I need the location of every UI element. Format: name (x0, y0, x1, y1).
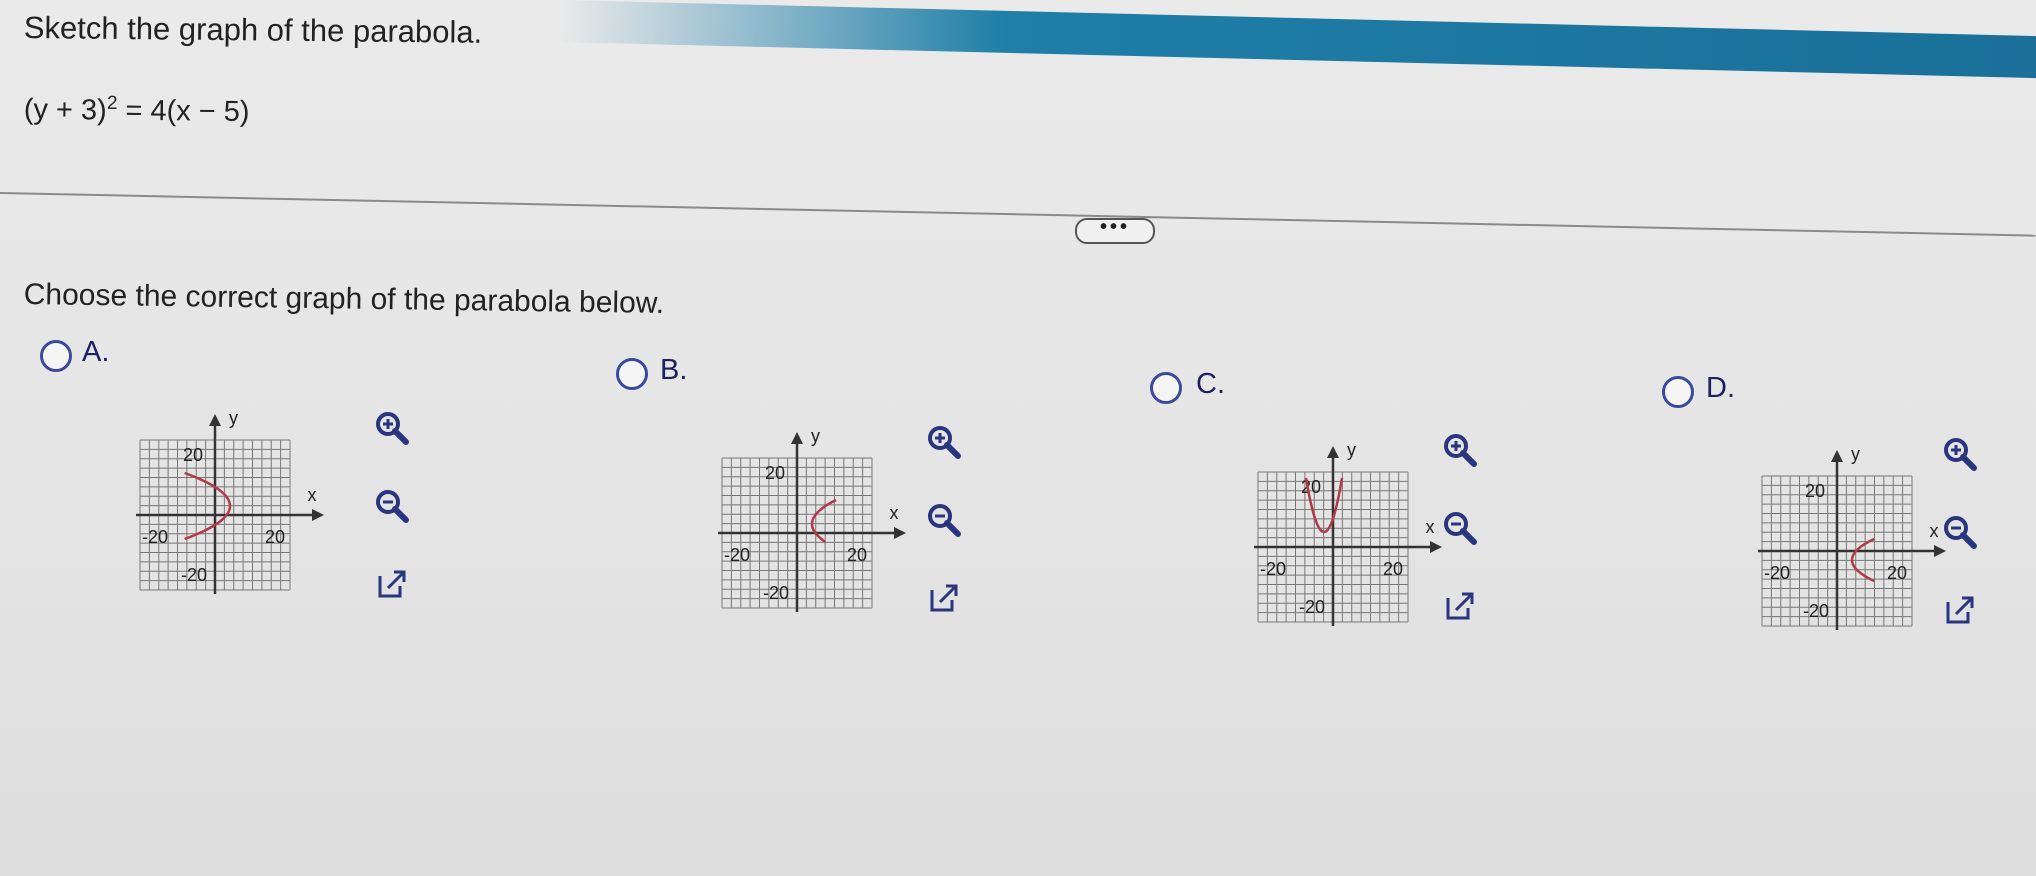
graph-option-a: y x 20 -20 20 -20 (136, 408, 324, 594)
y-arrow (1327, 446, 1339, 458)
y-arrow (209, 414, 221, 426)
zoom-out-icon (924, 500, 964, 545)
zoom-in-icon (1940, 434, 1980, 479)
y-arrow (791, 432, 803, 444)
tick-label-y-neg20: -20 (763, 583, 789, 603)
tick-label-y-neg20: -20 (181, 565, 207, 585)
tick-label-x-neg20: -20 (142, 527, 168, 547)
zoom-in-icon (924, 422, 964, 467)
zoom-out-button-a[interactable] (372, 488, 412, 528)
tick-label-x-neg20: -20 (1260, 559, 1286, 579)
option-label-a[interactable]: A. (82, 336, 109, 369)
open-new-window-icon (1940, 590, 1980, 635)
zoom-out-icon (372, 486, 412, 531)
equation-left: (y + 3) (23, 93, 107, 127)
tick-label-x-20: 20 (1383, 559, 1403, 579)
tick-label-x-neg20: -20 (1764, 563, 1790, 583)
equation: (y + 3)2 = 4(x − 5) (24, 92, 250, 129)
x-axis-label: x (890, 503, 899, 523)
tick-label-y-20: 20 (183, 445, 203, 465)
equation-exponent: 2 (106, 92, 118, 114)
more-button[interactable]: ••• (1075, 217, 1155, 244)
x-axis-label: x (1930, 521, 1939, 541)
section-divider (0, 192, 2036, 237)
option-label-d[interactable]: D. (1706, 372, 1735, 405)
x-arrow (894, 527, 906, 539)
x-axis-label: x (1426, 517, 1435, 537)
open-new-window-icon (1440, 586, 1480, 631)
radio-option-c[interactable] (1150, 372, 1182, 404)
y-axis-label: y (811, 426, 820, 446)
answer-prompt: Choose the correct graph of the parabola… (23, 278, 665, 320)
radio-option-a[interactable] (40, 340, 72, 372)
zoom-out-icon (1940, 512, 1980, 557)
graph-option-b: y x 20 -20 20 -20 (718, 426, 906, 612)
tick-label-y-20: 20 (1805, 481, 1825, 501)
axes (1758, 456, 1940, 630)
axes (718, 438, 900, 612)
y-axis-label: y (1851, 444, 1860, 464)
tick-label-y-20: 20 (765, 463, 785, 483)
option-label-b[interactable]: B. (660, 354, 687, 387)
tick-label-x-20: 20 (847, 545, 867, 565)
tick-label-x-20: 20 (1887, 563, 1907, 583)
y-arrow (1831, 450, 1843, 462)
x-arrow (312, 509, 324, 521)
x-axis-label: x (308, 485, 317, 505)
graph-option-d: y x 20 -20 20 -20 (1758, 444, 1946, 630)
zoom-in-icon (1440, 430, 1480, 475)
zoom-out-button-d[interactable] (1940, 514, 1980, 554)
zoom-in-button-b[interactable] (924, 424, 964, 464)
graph-container-c: y x 20 -20 20 -20 (1218, 432, 1468, 667)
graph-container-d: y x 20 -20 20 -20 (1722, 436, 1972, 671)
graph-option-c: y x 20 -20 20 -20 (1254, 440, 1442, 626)
zoom-in-button-a[interactable] (372, 410, 412, 450)
open-new-window-button-b[interactable] (924, 580, 964, 620)
axes (1254, 452, 1436, 626)
axes (136, 420, 318, 594)
tick-label-y-20: 20 (1301, 477, 1321, 497)
option-label-c[interactable]: C. (1196, 368, 1225, 401)
zoom-in-button-c[interactable] (1440, 432, 1480, 472)
question-title: Sketch the graph of the parabola. (23, 10, 483, 50)
open-new-window-button-d[interactable] (1940, 592, 1980, 632)
radio-option-b[interactable] (616, 358, 648, 390)
open-new-window-icon (924, 578, 964, 623)
zoom-out-button-c[interactable] (1440, 510, 1480, 550)
zoom-in-icon (372, 408, 412, 453)
top-accent-bar (560, 0, 2036, 79)
graph-container-a: y x 20 -20 20 -20 (100, 400, 350, 635)
zoom-out-button-b[interactable] (924, 502, 964, 542)
open-new-window-icon (372, 564, 412, 609)
tick-label-y-neg20: -20 (1803, 601, 1829, 621)
zoom-out-icon (1440, 508, 1480, 553)
graph-container-b: y x 20 -20 20 -20 (682, 418, 932, 653)
tick-label-x-20: 20 (265, 527, 285, 547)
open-new-window-button-a[interactable] (372, 566, 412, 606)
y-axis-label: y (229, 408, 238, 428)
zoom-in-button-d[interactable] (1940, 436, 1980, 476)
tick-label-y-neg20: -20 (1299, 597, 1325, 617)
y-axis-label: y (1347, 440, 1356, 460)
radio-option-d[interactable] (1662, 376, 1694, 408)
tick-label-x-neg20: -20 (724, 545, 750, 565)
open-new-window-button-c[interactable] (1440, 588, 1480, 628)
equation-right: = 4(x − 5) (117, 94, 250, 129)
